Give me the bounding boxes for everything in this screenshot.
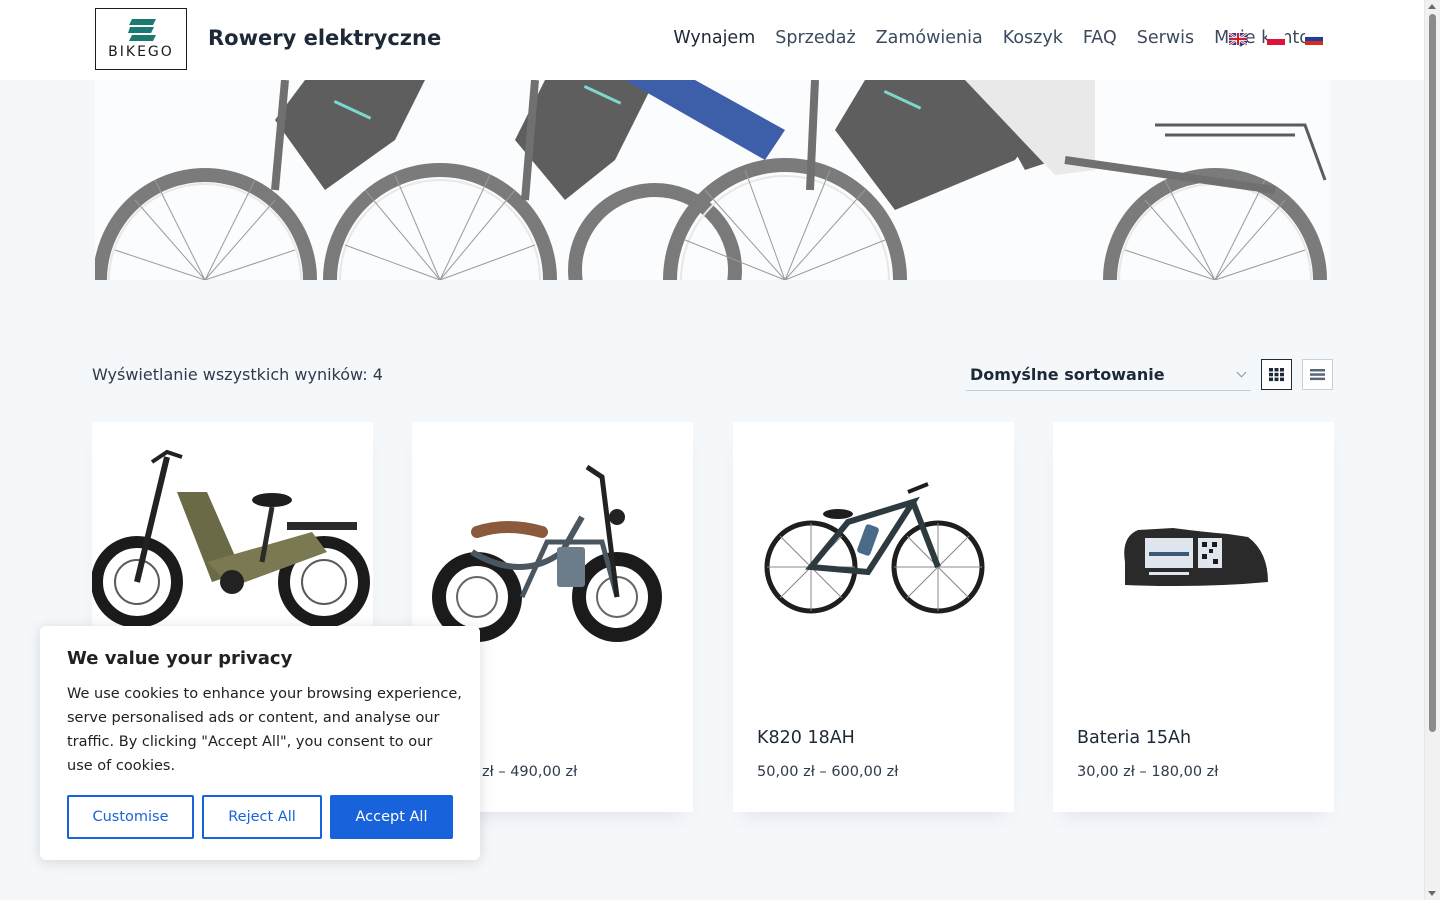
product-card[interactable]: Bateria 15Ah 30,00 zł – 180,00 zł — [1053, 422, 1334, 812]
language-switcher — [1229, 33, 1323, 45]
product-image-mountain-ebike[interactable] — [733, 422, 1014, 682]
nav-item-sprzedaz[interactable]: Sprzedaż — [775, 28, 855, 48]
page-scrollbar[interactable] — [1424, 0, 1440, 900]
hero-banner-image — [95, 80, 1330, 280]
product-image-battery[interactable] — [1053, 422, 1334, 682]
nav-item-serwis[interactable]: Serwis — [1137, 28, 1194, 48]
site-header: BIKEGO Rowery elektryczne Wynajem Sprzed… — [0, 0, 1425, 80]
logo-mark-icon — [128, 19, 156, 41]
scroll-up-arrow-icon[interactable] — [1428, 4, 1436, 9]
site-title[interactable]: Rowery elektryczne — [208, 26, 441, 50]
results-count: Wyświetlanie wszystkich wyników: 4 — [92, 365, 383, 384]
ru-flag-icon[interactable] — [1305, 33, 1323, 45]
pl-flag-icon[interactable] — [1267, 33, 1285, 45]
nav-item-wynajem[interactable]: Wynajem — [673, 28, 755, 48]
nav-item-koszyk[interactable]: Koszyk — [1003, 28, 1063, 48]
sort-selected-label: Domyślne sortowanie — [970, 365, 1165, 384]
sort-select[interactable]: Domyślne sortowanie — [966, 360, 1251, 391]
nav-item-faq[interactable]: FAQ — [1083, 28, 1117, 48]
logo-text: BIKEGO — [108, 44, 174, 60]
product-price: 50,00 zł – 600,00 zł — [757, 764, 899, 780]
grid-view-button[interactable] — [1261, 359, 1292, 390]
nav-item-zamowienia[interactable]: Zamówienia — [876, 28, 983, 48]
product-name[interactable]: Bateria 15Ah — [1077, 728, 1191, 748]
scroll-down-arrow-icon[interactable] — [1428, 891, 1436, 896]
list-view-icon — [1310, 369, 1325, 381]
product-price: zł – 490,00 zł — [482, 764, 578, 780]
bikego-logo[interactable]: BIKEGO — [95, 8, 187, 70]
list-view-button[interactable] — [1302, 359, 1333, 390]
accept-all-button[interactable]: Accept All — [330, 795, 453, 839]
cookie-text: We use cookies to enhance your browsing … — [67, 686, 462, 774]
product-name[interactable]: K820 18AH — [757, 728, 855, 748]
customise-button[interactable]: Customise — [67, 795, 194, 839]
main-nav: Wynajem Sprzedaż Zamówienia Koszyk FAQ S… — [673, 28, 1310, 48]
reject-all-button[interactable]: Reject All — [202, 795, 322, 839]
cookie-consent-banner: We value your privacy We use cookies to … — [40, 626, 480, 860]
scrollbar-thumb[interactable] — [1429, 14, 1436, 732]
product-card[interactable]: K820 18AH 50,00 zł – 600,00 zł — [733, 422, 1014, 812]
product-price: 30,00 zł – 180,00 zł — [1077, 764, 1219, 780]
cookie-title: We value your privacy — [67, 648, 293, 669]
chevron-down-icon — [1236, 367, 1247, 378]
grid-view-icon — [1269, 368, 1284, 382]
uk-flag-icon[interactable] — [1229, 33, 1247, 45]
